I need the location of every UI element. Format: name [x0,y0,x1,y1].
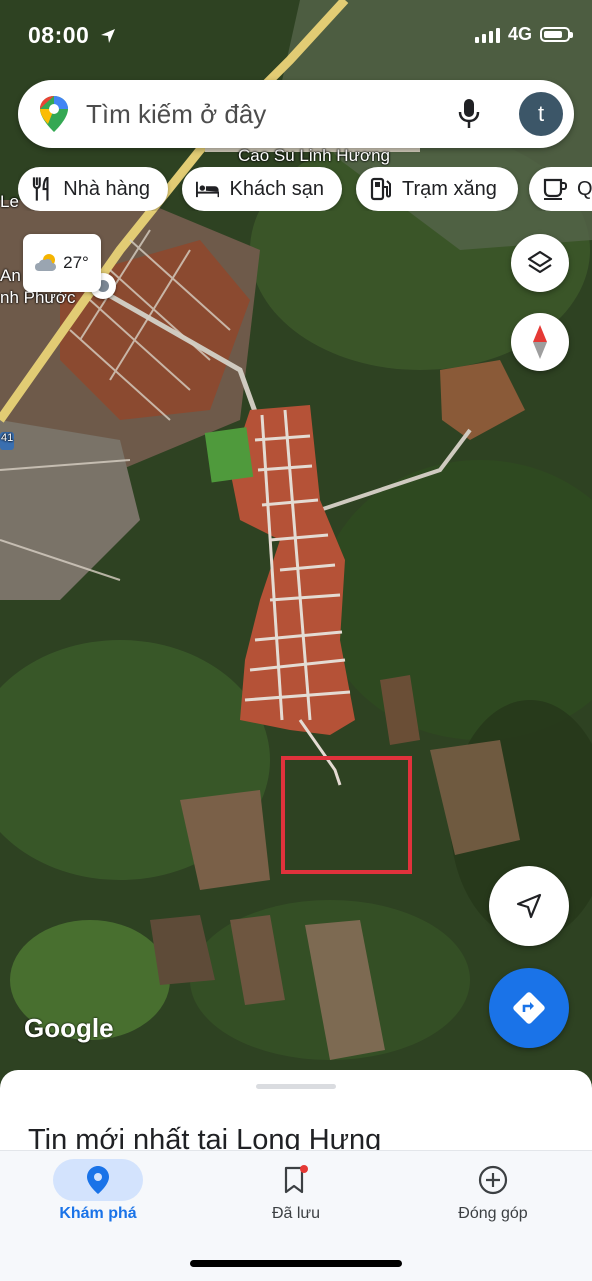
tab-explore[interactable]: Khám phá [23,1151,173,1251]
map-label-place[interactable]: Cao Su Linh Hương [238,146,390,166]
chip-coffee[interactable]: Q [529,167,592,211]
chip-restaurants[interactable]: Nhà hàng [18,167,168,211]
google-attribution: Google [24,1013,114,1043]
battery-icon [540,27,573,42]
chip-gas-stations[interactable]: Trạm xăng [356,167,518,211]
hotel-icon [196,181,220,198]
gas-station-icon [370,177,391,201]
status-bar: 08:00 4G [0,0,592,70]
tab-saved-indicator [251,1159,341,1201]
layers-icon [527,250,553,274]
search-input[interactable]: Tìm kiếm ở đây [86,99,266,130]
tab-explore-indicator [53,1159,143,1201]
chip-label: Khách sạn [229,177,324,200]
chip-hotels[interactable]: Khách sạn [182,167,342,211]
weather-temperature: 27° [63,253,89,272]
contribute-plus-icon [478,1165,508,1195]
directions-button[interactable] [489,968,569,1048]
tab-saved-label: Đã lưu [271,1205,321,1222]
coffee-icon [543,178,567,200]
location-arrow-icon [101,29,116,43]
explore-pin-icon [87,1166,109,1194]
map-label-town-1[interactable]: An [0,266,21,286]
chip-label: Q [577,177,592,200]
sheet-drag-handle[interactable] [256,1084,336,1089]
tab-contribute-indicator [448,1159,538,1201]
restaurant-icon [32,177,49,201]
navigation-arrow-icon [516,893,542,919]
microphone-icon[interactable] [458,99,480,129]
directions-icon [513,992,545,1024]
status-time: 08:00 [28,22,116,49]
network-type: 4G [507,24,532,44]
account-avatar[interactable]: t [519,92,563,136]
weather-badge[interactable]: 27° [23,234,101,292]
chip-label: Nhà hàng [63,177,150,200]
layers-button[interactable] [511,234,569,292]
tab-contribute-label: Đóng góp [458,1205,528,1222]
compass-icon [533,325,547,359]
partly-cloudy-icon [35,254,57,271]
category-chips: Nhà hàng Khách sạn Trạm xăng Q [18,167,592,211]
tab-saved[interactable]: Đã lưu [221,1151,371,1251]
signal-icon [474,27,500,43]
tab-explore-label: Khám phá [59,1205,137,1222]
tab-contribute[interactable]: Đóng góp [418,1151,568,1251]
chip-label: Trạm xăng [402,177,497,200]
google-maps-pin-icon [40,96,68,132]
map-label-edge[interactable]: Le [0,192,19,212]
home-indicator [190,1260,402,1267]
road-number-badge: 41 [1,432,14,444]
compass-button[interactable] [511,313,569,371]
search-bar[interactable]: Tìm kiếm ở đây t [18,80,574,148]
saved-bookmark-icon [284,1165,308,1194]
my-location-button[interactable] [489,866,569,946]
